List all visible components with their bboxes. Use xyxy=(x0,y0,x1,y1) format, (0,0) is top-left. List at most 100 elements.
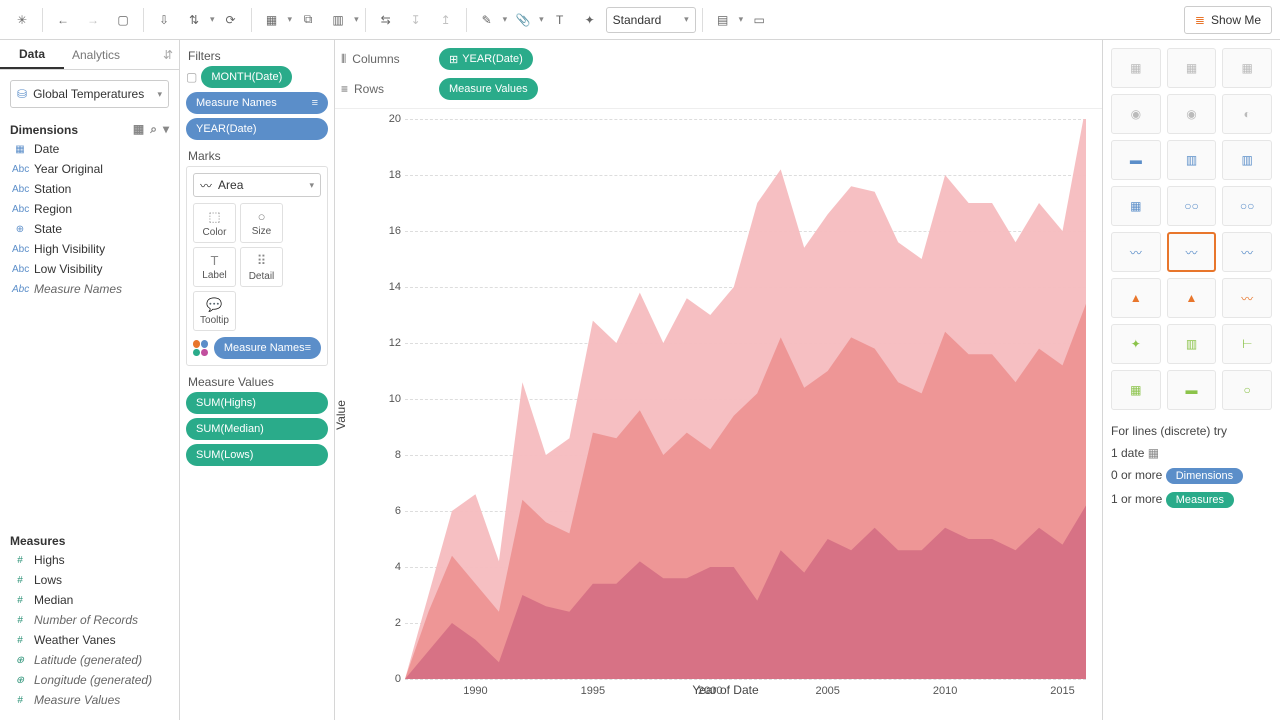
duplicate-button[interactable]: ⧉ xyxy=(294,6,322,34)
showme-chart-12[interactable]: 〰 xyxy=(1111,232,1161,272)
globe-icon: ⊕ xyxy=(12,655,28,666)
pin-button[interactable]: ✦ xyxy=(576,6,604,34)
field-lows[interactable]: #Lows xyxy=(6,570,173,590)
field-weather-vanes[interactable]: #Weather Vanes xyxy=(6,630,173,650)
tabs-menu-icon[interactable]: ⇵ xyxy=(128,40,179,69)
showme-chart-19[interactable]: ▥ xyxy=(1167,324,1217,364)
rows-icon: ≡ xyxy=(341,82,348,96)
showme-chart-4[interactable]: ◉ xyxy=(1167,94,1217,134)
new-datasource-button[interactable]: ⇩ xyxy=(150,6,178,34)
showme-chart-1[interactable]: ▦ xyxy=(1167,48,1217,88)
showme-chart-15[interactable]: ▲ xyxy=(1111,278,1161,318)
showme-chart-16[interactable]: ▲ xyxy=(1167,278,1217,318)
showme-chart-2[interactable]: ▦ xyxy=(1222,48,1272,88)
tab-data[interactable]: Data xyxy=(0,40,64,69)
mark-detail-button[interactable]: ⠿Detail xyxy=(240,247,283,287)
mark-tooltip-button[interactable]: 💬Tooltip xyxy=(193,291,236,331)
showme-chart-3[interactable]: ◉ xyxy=(1111,94,1161,134)
field-number-of-records[interactable]: #Number of Records xyxy=(6,610,173,630)
showme-chart-10[interactable]: ○○ xyxy=(1167,186,1217,226)
area-chart xyxy=(405,119,1086,679)
clear-button[interactable]: ▥ xyxy=(324,6,352,34)
field-date[interactable]: ▦Date xyxy=(6,139,173,159)
showme-chart-23[interactable]: ○ xyxy=(1222,370,1272,410)
field-region[interactable]: AbcRegion xyxy=(6,199,173,219)
showme-chart-13[interactable]: 〰 xyxy=(1167,232,1217,272)
hash-icon: # xyxy=(12,595,28,606)
field-longitude-generated-[interactable]: ⊕Longitude (generated) xyxy=(6,670,173,690)
field-high-visibility[interactable]: AbcHigh Visibility xyxy=(6,239,173,259)
mark-label-button[interactable]: TLabel xyxy=(193,247,236,287)
dimensions-menu-icon[interactable]: ▾ xyxy=(163,122,169,137)
chart-area[interactable]: Value 0246810121416182019901995200020052… xyxy=(335,109,1102,720)
showme-chart-17[interactable]: 〰 xyxy=(1222,278,1272,318)
columns-pill[interactable]: ⊞YEAR(Date) xyxy=(439,48,533,70)
mv-pill-sum-median-[interactable]: SUM(Median) xyxy=(186,418,328,440)
field-median[interactable]: #Median xyxy=(6,590,173,610)
y-tick: 14 xyxy=(365,281,401,293)
field-latitude-generated-[interactable]: ⊕ Latitude (generated) xyxy=(6,650,173,670)
fit-select[interactable]: Standard▾ xyxy=(606,7,696,33)
showme-chart-14[interactable]: 〰 xyxy=(1222,232,1272,272)
cards-button[interactable]: ▤ xyxy=(709,6,737,34)
x-tick: 2010 xyxy=(933,685,957,697)
abc-icon: Abc xyxy=(12,204,28,215)
highlight-button[interactable]: ✎ xyxy=(473,6,501,34)
presentation-button[interactable]: ▭ xyxy=(745,6,773,34)
save-button[interactable]: ▢ xyxy=(109,6,137,34)
showme-chart-9[interactable]: ▦ xyxy=(1111,186,1161,226)
field-label: Lows xyxy=(34,573,62,587)
filter-pill-measure-names[interactable]: Measure Names≡ xyxy=(186,92,328,114)
auto-update-button[interactable]: ⇅ xyxy=(180,6,208,34)
marks-color-pill[interactable]: Measure Names≡ xyxy=(214,337,321,359)
field-low-visibility[interactable]: AbcLow Visibility xyxy=(6,259,173,279)
group-button[interactable]: 📎 xyxy=(509,6,537,34)
back-button[interactable]: ← xyxy=(49,6,77,34)
mark-size-button[interactable]: ○Size xyxy=(240,203,283,243)
y-tick: 4 xyxy=(365,561,401,573)
showme-button[interactable]: ≣ Show Me xyxy=(1184,6,1272,34)
mv-pill-sum-highs-[interactable]: SUM(Highs) xyxy=(186,392,328,414)
filter-pill-year-date-[interactable]: YEAR(Date) xyxy=(186,118,328,140)
color-legend-icon xyxy=(193,340,208,356)
field-measure-names[interactable]: Abc Measure Names xyxy=(6,279,173,299)
field-measure-values[interactable]: #Measure Values xyxy=(6,690,173,710)
field-label: Latitude (generated) xyxy=(34,653,142,667)
showme-chart-7[interactable]: ▥ xyxy=(1167,140,1217,180)
new-worksheet-button[interactable]: ▦ xyxy=(258,6,286,34)
tableau-logo-icon[interactable]: ✳ xyxy=(8,6,36,34)
showme-chart-5[interactable]: ◐ xyxy=(1222,94,1272,134)
mark-type-select[interactable]: 〰 Area ▾ xyxy=(193,173,321,197)
field-label: Measure Names xyxy=(34,282,122,296)
showme-chart-22[interactable]: ▬ xyxy=(1167,370,1217,410)
refresh-button[interactable]: ⟳ xyxy=(217,6,245,34)
date-icon: ▦ xyxy=(1148,446,1159,460)
forward-button[interactable]: → xyxy=(79,6,107,34)
datasource-select[interactable]: ⛁ Global Temperatures ▾ xyxy=(10,80,169,108)
sort-desc-button[interactable]: ↥ xyxy=(432,6,460,34)
mv-pill-sum-lows-[interactable]: SUM(Lows) xyxy=(186,444,328,466)
labels-button[interactable]: T xyxy=(546,6,574,34)
showme-chart-18[interactable]: ✦ xyxy=(1111,324,1161,364)
field-station[interactable]: AbcStation xyxy=(6,179,173,199)
view-list-icon[interactable]: ▦ xyxy=(133,122,144,137)
mark-color-button[interactable]: ⬚Color xyxy=(193,203,236,243)
swap-button[interactable]: ⇆ xyxy=(372,6,400,34)
showme-chart-11[interactable]: ○○ xyxy=(1222,186,1272,226)
rows-pill[interactable]: Measure Values xyxy=(439,78,538,100)
tab-analytics[interactable]: Analytics xyxy=(64,40,128,69)
sort-asc-button[interactable]: ↧ xyxy=(402,6,430,34)
field-state[interactable]: ⊕State xyxy=(6,219,173,239)
abc-icon: Abc xyxy=(12,284,28,295)
showme-chart-0[interactable]: ▦ xyxy=(1111,48,1161,88)
showme-chart-6[interactable]: ▬ xyxy=(1111,140,1161,180)
field-year-original[interactable]: AbcYear Original xyxy=(6,159,173,179)
showme-chart-8[interactable]: ▥ xyxy=(1222,140,1272,180)
filter-context-icon[interactable]: ▢ xyxy=(186,70,197,84)
x-tick: 2015 xyxy=(1050,685,1074,697)
showme-chart-20[interactable]: ⊢ xyxy=(1222,324,1272,364)
search-icon[interactable]: ⌕ xyxy=(150,122,157,137)
field-highs[interactable]: #Highs xyxy=(6,550,173,570)
filter-pill-month-date-[interactable]: MONTH(Date) xyxy=(201,66,292,88)
showme-chart-21[interactable]: ▦ xyxy=(1111,370,1161,410)
